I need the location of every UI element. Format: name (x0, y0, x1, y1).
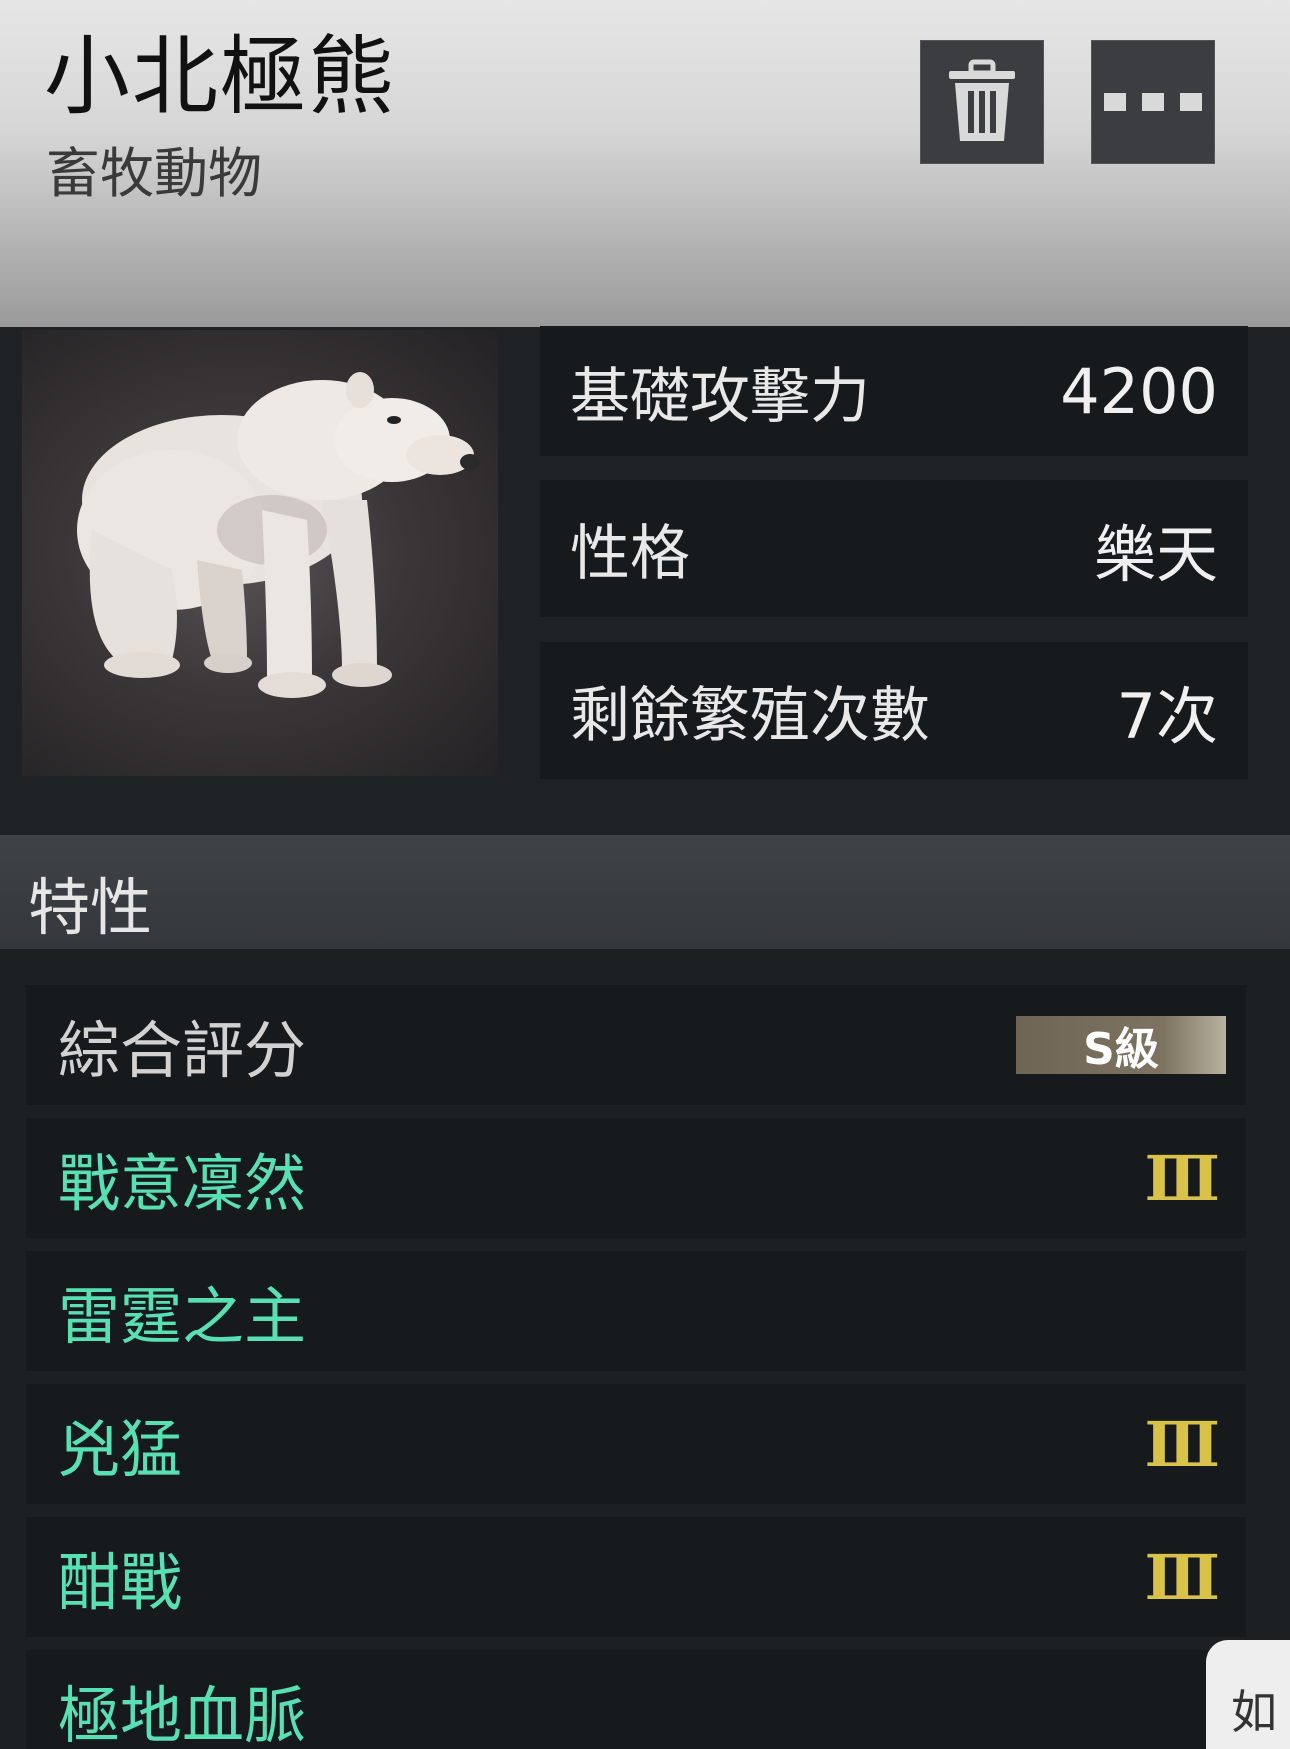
stat-personality: 性格 樂天 (540, 480, 1248, 617)
traits-section-header (0, 835, 1290, 949)
stat-label: 剩餘繁殖次數 (570, 681, 930, 751)
stat-label: 基礎攻擊力 (570, 361, 870, 432)
trash-icon (949, 59, 1015, 141)
animal-portrait (22, 330, 498, 776)
trait-tier: Ⅲ (1144, 1141, 1219, 1215)
floating-tab-label: 如 (1231, 1685, 1277, 1739)
floating-side-tab[interactable]: 如 (1206, 1640, 1290, 1749)
trait-name: 酣戰 (58, 1546, 183, 1619)
trait-name: 極地血脈 (58, 1679, 307, 1749)
trait-row[interactable]: 兇猛 Ⅲ (26, 1384, 1246, 1504)
page-title: 小北極熊 (44, 27, 396, 127)
trait-row[interactable]: 酣戰 Ⅲ (26, 1517, 1246, 1637)
stat-value: 樂天 (1093, 517, 1218, 591)
stat-breeding-remaining: 剩餘繁殖次數 7次 (540, 642, 1248, 779)
trait-name: 兇猛 (58, 1413, 183, 1486)
overall-score-row[interactable]: 綜合評分 S級 (26, 985, 1246, 1105)
stat-label: 性格 (570, 519, 690, 589)
traits-list: 綜合評分 S級 戰意凜然 Ⅲ 雷霆之主 兇猛 Ⅲ 酣戰 Ⅲ 極地血脈 (26, 985, 1290, 1749)
score-label: 綜合評分 (58, 1014, 307, 1087)
trait-name: 戰意凜然 (58, 1147, 307, 1220)
stat-value: 7次 (1116, 679, 1218, 753)
trait-row[interactable]: 戰意凜然 Ⅲ (26, 1118, 1246, 1238)
more-dots-icon (1104, 93, 1202, 111)
delete-button[interactable] (920, 40, 1044, 164)
page-subtitle: 畜牧動物 (46, 142, 262, 205)
stat-attack: 基礎攻擊力 4200 (540, 326, 1248, 456)
trait-row[interactable]: 雷霆之主 (26, 1251, 1246, 1371)
section-title: 特性 (28, 871, 153, 944)
trait-name: 雷霆之主 (58, 1280, 307, 1353)
polar-bear-image (77, 372, 480, 698)
stat-value: 4200 (1060, 354, 1218, 428)
grade-badge: S級 (1016, 1016, 1226, 1075)
trait-tier: Ⅲ (1144, 1407, 1219, 1481)
more-button[interactable] (1091, 40, 1215, 164)
trait-row[interactable]: 極地血脈 (26, 1650, 1246, 1749)
trait-tier: Ⅲ (1144, 1540, 1219, 1614)
